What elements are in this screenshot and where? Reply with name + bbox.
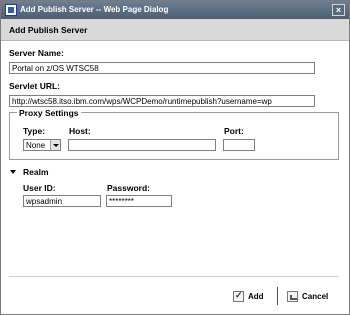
window-title: Add Publish Server -- Web Page Dialog (20, 5, 169, 14)
footer-divider (9, 276, 339, 277)
server-name-label: Server Name: (9, 48, 64, 58)
dialog-window: Add Publish Server -- Web Page Dialog × … (0, 0, 350, 315)
add-button-label: Add (248, 291, 264, 301)
browser-icon (5, 4, 17, 16)
realm-section-label[interactable]: Realm (23, 167, 49, 177)
cancel-icon (287, 290, 298, 302)
password-input[interactable]: ******** (106, 195, 172, 207)
button-separator (277, 287, 278, 305)
servlet-url-label: Servlet URL: (9, 81, 61, 91)
dialog-heading: Add Publish Server (9, 25, 88, 35)
proxy-settings-legend: Proxy Settings (17, 108, 81, 118)
proxy-port-label: Port: (224, 126, 244, 136)
proxy-settings-group (9, 112, 339, 160)
proxy-type-label: Type: (23, 126, 46, 136)
server-name-input[interactable]: Portal on z/OS WTSC58 (9, 62, 315, 74)
dialog-header: Add Publish Server (1, 19, 349, 41)
servlet-url-input[interactable]: http://wtsc58.itso.ibm.com/wps/WCPDemo/r… (9, 95, 315, 107)
checkmark-icon (233, 290, 244, 302)
proxy-port-input[interactable] (223, 139, 255, 151)
expand-triangle-icon[interactable] (10, 170, 16, 174)
proxy-host-label: Host: (69, 126, 91, 136)
proxy-host-input[interactable] (68, 139, 216, 151)
user-id-label: User ID: (23, 183, 56, 193)
close-button[interactable]: × (332, 4, 345, 16)
password-label: Password: (107, 183, 150, 193)
add-button[interactable]: Add (233, 288, 264, 304)
user-id-input[interactable]: wpsadmin (23, 195, 101, 207)
cancel-button[interactable]: Cancel (287, 288, 328, 304)
proxy-type-value: None (26, 141, 46, 150)
chevron-down-icon[interactable] (50, 140, 60, 150)
cancel-button-label: Cancel (302, 291, 329, 301)
proxy-type-select[interactable]: None (23, 139, 61, 151)
title-bar: Add Publish Server -- Web Page Dialog × (1, 1, 349, 19)
